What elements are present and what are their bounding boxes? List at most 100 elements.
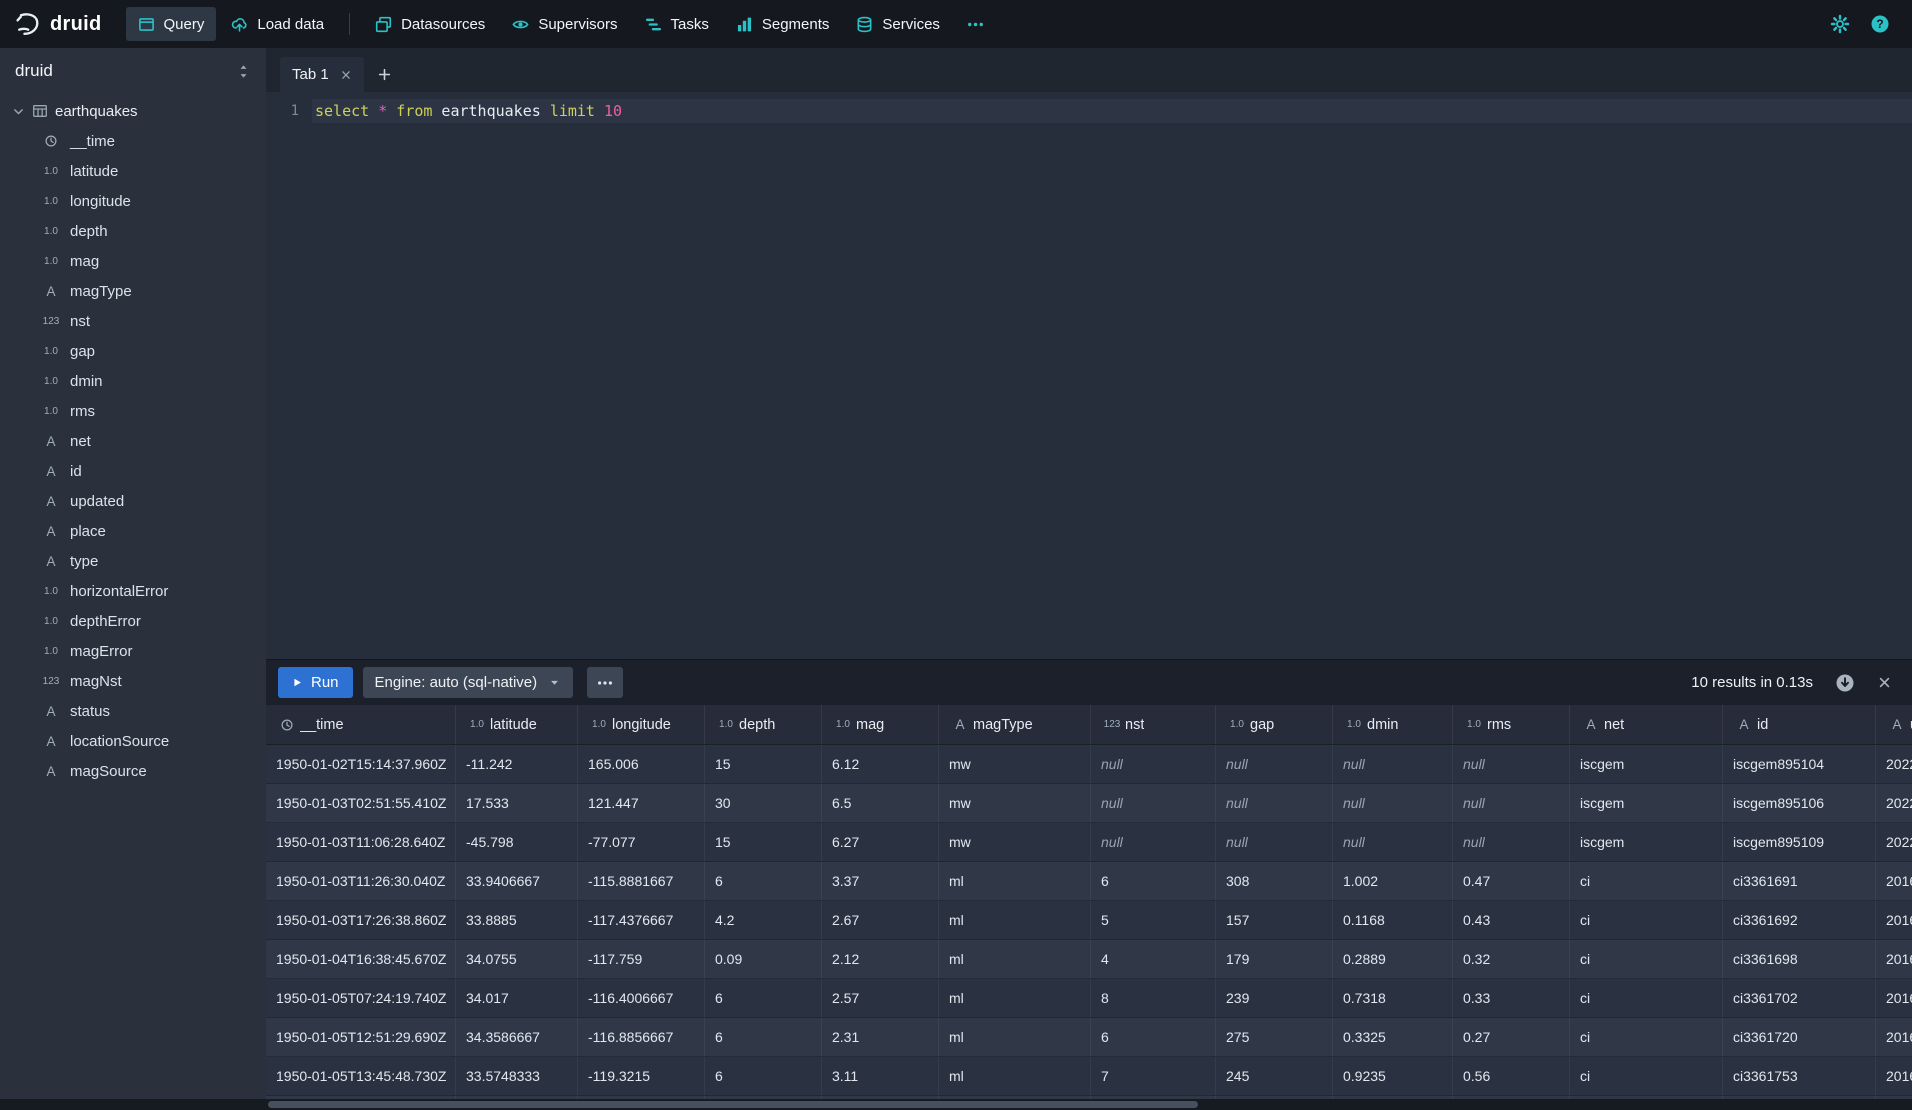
result-cell[interactable]: 0.9235 — [1333, 1057, 1453, 1095]
result-cell[interactable]: 1950-01-05T12:51:29.690Z — [266, 1018, 456, 1056]
sidebar-column-place[interactable]: Aplace — [0, 516, 266, 546]
result-cell[interactable]: 1950-01-03T17:26:38.860Z — [266, 901, 456, 939]
result-cell[interactable]: null — [1091, 745, 1216, 783]
result-cell[interactable]: 2016-0 — [1876, 1057, 1912, 1095]
result-cell[interactable]: ci — [1570, 1018, 1723, 1056]
result-cell[interactable]: 1950-01-02T15:14:37.960Z — [266, 745, 456, 783]
result-cell[interactable]: mw — [939, 784, 1091, 822]
result-column-header-updated[interactable]: Aupdated — [1876, 705, 1912, 744]
sidebar-column-id[interactable]: Aid — [0, 456, 266, 486]
tab-tab-1[interactable]: Tab 1 — [280, 57, 364, 92]
result-cell[interactable]: -119.3215 — [578, 1057, 705, 1095]
result-cell[interactable]: iscgem — [1570, 745, 1723, 783]
result-cell[interactable]: ci3361692 — [1723, 901, 1876, 939]
result-cell[interactable]: 34.017 — [456, 979, 578, 1017]
result-cell[interactable]: 6 — [1091, 1018, 1216, 1056]
sidebar-column-locationSource[interactable]: AlocationSource — [0, 726, 266, 756]
sidebar-column-net[interactable]: Anet — [0, 426, 266, 456]
brand[interactable]: druid — [14, 11, 102, 38]
sidebar-column-magSource[interactable]: AmagSource — [0, 756, 266, 786]
result-column-header-rms[interactable]: 1.0rms — [1453, 705, 1570, 744]
result-cell[interactable]: null — [1216, 784, 1333, 822]
result-cell[interactable]: 2016-0 — [1876, 940, 1912, 978]
result-cell[interactable]: ci — [1570, 901, 1723, 939]
result-cell[interactable]: ci3361720 — [1723, 1018, 1876, 1056]
result-cell[interactable]: -116.4006667 — [578, 979, 705, 1017]
tab-close-icon[interactable] — [340, 69, 352, 81]
sidebar-column-magType[interactable]: AmagType — [0, 276, 266, 306]
result-cell[interactable]: -117.4376667 — [578, 901, 705, 939]
result-cell[interactable]: 6.5 — [822, 784, 939, 822]
result-cell[interactable]: null — [1453, 745, 1570, 783]
result-cell[interactable]: 2.31 — [822, 1018, 939, 1056]
sidebar-column-depthError[interactable]: 1.0depthError — [0, 606, 266, 636]
sidebar-column-magError[interactable]: 1.0magError — [0, 636, 266, 666]
result-cell[interactable]: 0.43 — [1453, 901, 1570, 939]
result-cell[interactable]: 15 — [705, 745, 822, 783]
sidebar-column-updated[interactable]: Aupdated — [0, 486, 266, 516]
result-cell[interactable]: 2.12 — [822, 940, 939, 978]
result-cell[interactable]: ci3361753 — [1723, 1057, 1876, 1095]
result-cell[interactable]: ml — [939, 1057, 1091, 1095]
sql-editor[interactable]: 1 select * from earthquakes limit 10 — [266, 92, 1912, 659]
add-tab-button[interactable] — [364, 57, 405, 92]
result-cell[interactable]: 33.8885 — [456, 901, 578, 939]
result-cell[interactable]: 1950-01-03T02:51:55.410Z — [266, 784, 456, 822]
result-cell[interactable]: null — [1453, 784, 1570, 822]
sidebar-column-magNst[interactable]: 123magNst — [0, 666, 266, 696]
result-cell[interactable]: iscgem — [1570, 784, 1723, 822]
result-cell[interactable]: 165.006 — [578, 745, 705, 783]
result-cell[interactable]: 179 — [1216, 940, 1333, 978]
result-cell[interactable]: 0.7318 — [1333, 979, 1453, 1017]
engine-select[interactable]: Engine: auto (sql-native) — [363, 667, 574, 698]
result-cell[interactable]: 1950-01-05T13:45:48.730Z — [266, 1057, 456, 1095]
nav-item-services[interactable]: Services — [844, 7, 952, 41]
nav-item-datasources[interactable]: Datasources — [363, 7, 497, 41]
result-cell[interactable]: 1950-01-03T11:26:30.040Z — [266, 862, 456, 900]
result-cell[interactable]: 0.27 — [1453, 1018, 1570, 1056]
result-cell[interactable]: -11.242 — [456, 745, 578, 783]
result-column-header-mag[interactable]: 1.0mag — [822, 705, 939, 744]
result-column-header-dmin[interactable]: 1.0dmin — [1333, 705, 1453, 744]
result-cell[interactable]: 2022-0 — [1876, 823, 1912, 861]
result-cell[interactable]: ci3361702 — [1723, 979, 1876, 1017]
result-column-header-longitude[interactable]: 1.0longitude — [578, 705, 705, 744]
result-cell[interactable]: 6 — [1091, 862, 1216, 900]
result-cell[interactable]: 0.33 — [1453, 979, 1570, 1017]
result-cell[interactable]: 0.47 — [1453, 862, 1570, 900]
result-cell[interactable]: -77.077 — [578, 823, 705, 861]
result-cell[interactable]: 6 — [705, 1018, 822, 1056]
result-cell[interactable]: ml — [939, 862, 1091, 900]
sidebar-column-type[interactable]: Atype — [0, 546, 266, 576]
horizontal-scrollbar[interactable] — [0, 1099, 1912, 1110]
close-results-icon[interactable] — [1877, 675, 1892, 690]
result-column-header-id[interactable]: Aid — [1723, 705, 1876, 744]
result-cell[interactable]: mw — [939, 745, 1091, 783]
nav-item-more[interactable] — [955, 7, 996, 41]
result-cell[interactable]: ci3361691 — [1723, 862, 1876, 900]
datasource-item-earthquakes[interactable]: earthquakes — [0, 96, 266, 126]
result-cell[interactable]: ci — [1570, 1057, 1723, 1095]
result-cell[interactable]: 5 — [1091, 901, 1216, 939]
result-column-header-net[interactable]: Anet — [1570, 705, 1723, 744]
result-cell[interactable]: 6 — [705, 1057, 822, 1095]
sidebar-column-longitude[interactable]: 1.0longitude — [0, 186, 266, 216]
result-column-header-nst[interactable]: 123nst — [1091, 705, 1216, 744]
result-cell[interactable]: mw — [939, 823, 1091, 861]
result-cell[interactable]: null — [1333, 784, 1453, 822]
result-cell[interactable]: 33.5748333 — [456, 1057, 578, 1095]
result-cell[interactable]: 6.12 — [822, 745, 939, 783]
result-cell[interactable]: null — [1091, 784, 1216, 822]
result-cell[interactable]: 239 — [1216, 979, 1333, 1017]
result-column-header-magType[interactable]: AmagType — [939, 705, 1091, 744]
double-caret-vertical-icon[interactable] — [236, 64, 251, 79]
result-cell[interactable]: 0.32 — [1453, 940, 1570, 978]
result-cell[interactable]: 3.11 — [822, 1057, 939, 1095]
sidebar-column-latitude[interactable]: 1.0latitude — [0, 156, 266, 186]
result-cell[interactable]: ml — [939, 940, 1091, 978]
result-cell[interactable]: 2.67 — [822, 901, 939, 939]
nav-item-tasks[interactable]: Tasks — [633, 7, 721, 41]
download-icon[interactable] — [1835, 673, 1855, 693]
result-cell[interactable]: 17.533 — [456, 784, 578, 822]
result-cell[interactable]: -45.798 — [456, 823, 578, 861]
